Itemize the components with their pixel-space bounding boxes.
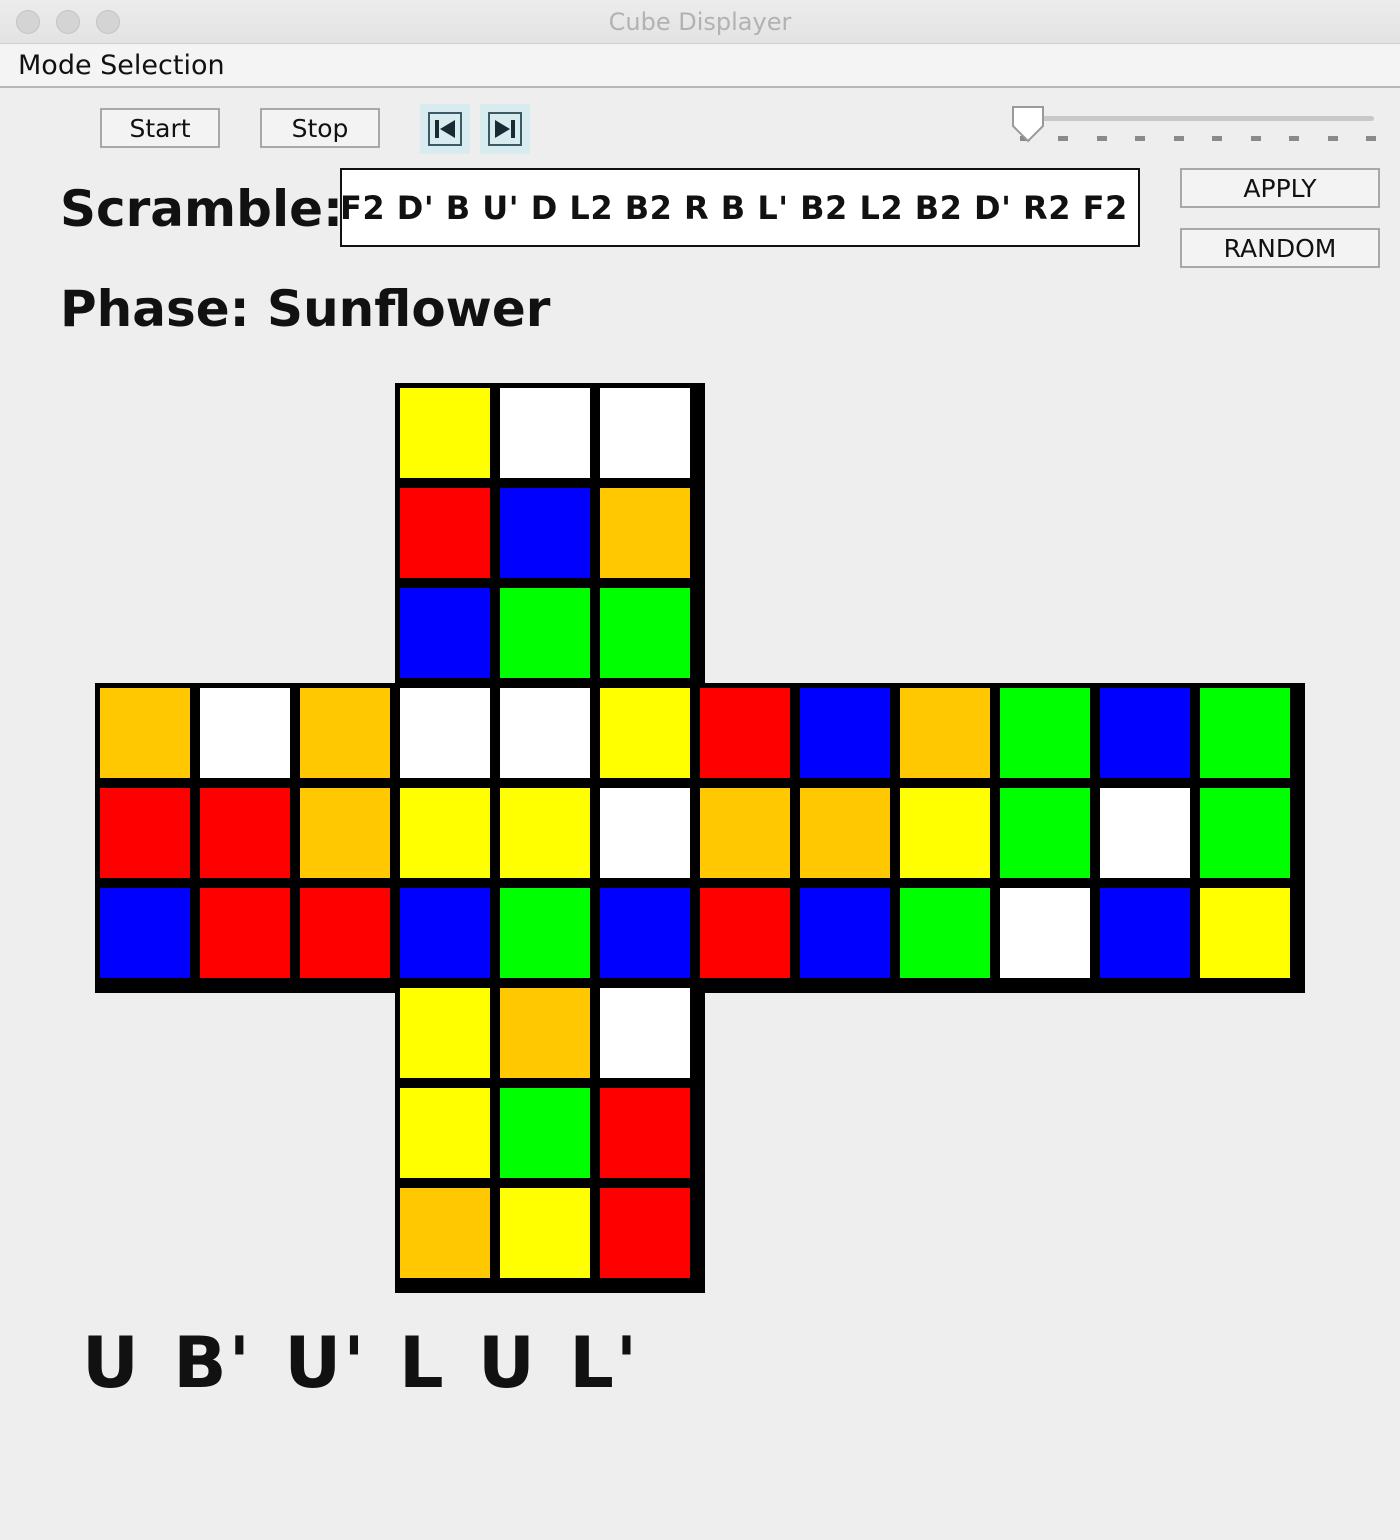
slider-tick — [1366, 136, 1376, 141]
sticker-down-0-0 — [400, 988, 490, 1078]
sticker-right-0-1 — [800, 688, 890, 778]
sticker-down-1-0 — [400, 1088, 490, 1178]
slider-tick — [1096, 136, 1107, 141]
sticker-back-0-2 — [1200, 688, 1290, 778]
scramble-label: Scramble: — [60, 180, 343, 238]
scramble-value: F2 D' B U' D L2 B2 R B L' B2 L2 B2 D' R2… — [340, 189, 1138, 227]
sticker-front-1-0 — [400, 788, 490, 878]
sticker-up-1-2 — [600, 488, 690, 578]
sticker-down-1-2 — [600, 1088, 690, 1178]
sticker-up-2-0 — [400, 588, 490, 678]
sticker-left-0-0 — [100, 688, 190, 778]
sticker-back-1-1 — [1100, 788, 1190, 878]
scramble-input[interactable]: F2 D' B U' D L2 B2 R B L' B2 L2 B2 D' R2… — [340, 168, 1140, 247]
face-left — [95, 683, 405, 993]
step-back-button[interactable] — [420, 104, 470, 154]
stop-button[interactable]: Stop — [260, 108, 380, 148]
sticker-back-0-0 — [1000, 688, 1090, 778]
sticker-back-0-1 — [1100, 688, 1190, 778]
step-forward-button[interactable] — [480, 104, 530, 154]
sticker-back-2-2 — [1200, 888, 1290, 978]
sticker-back-1-2 — [1200, 788, 1290, 878]
title-bar: Cube Displayer — [0, 0, 1400, 44]
face-up — [395, 383, 705, 693]
sticker-up-2-2 — [600, 588, 690, 678]
menu-bar: Mode Selection — [0, 44, 1400, 88]
sticker-right-0-0 — [700, 688, 790, 778]
sticker-up-1-0 — [400, 488, 490, 578]
window-title: Cube Displayer — [608, 8, 792, 36]
phase-label: Phase: Sunflower — [60, 280, 551, 338]
face-front — [395, 683, 705, 993]
skip-forward-icon — [488, 112, 522, 146]
sticker-front-1-1 — [500, 788, 590, 878]
slider-tick — [1289, 136, 1300, 141]
sticker-left-0-1 — [200, 688, 290, 778]
slider-tick — [1212, 136, 1223, 141]
sticker-left-1-2 — [300, 788, 390, 878]
slider-thumb[interactable] — [1010, 104, 1046, 144]
sticker-front-2-1 — [500, 888, 590, 978]
sticker-left-0-2 — [300, 688, 390, 778]
sticker-down-2-1 — [500, 1188, 590, 1278]
sticker-right-1-1 — [800, 788, 890, 878]
sticker-right-1-2 — [900, 788, 990, 878]
slider-tick — [1135, 136, 1146, 141]
face-right — [695, 683, 1005, 993]
sticker-front-0-1 — [500, 688, 590, 778]
sticker-back-2-1 — [1100, 888, 1190, 978]
sticker-left-1-0 — [100, 788, 190, 878]
sticker-up-0-2 — [600, 388, 690, 478]
sticker-front-2-0 — [400, 888, 490, 978]
sticker-front-0-0 — [400, 688, 490, 778]
skip-back-icon — [428, 112, 462, 146]
sticker-down-2-0 — [400, 1188, 490, 1278]
sticker-up-0-1 — [500, 388, 590, 478]
apply-button[interactable]: APPLY — [1180, 168, 1380, 208]
sticker-front-1-2 — [600, 788, 690, 878]
slider-tick — [1250, 136, 1261, 141]
sticker-front-0-2 — [600, 688, 690, 778]
sticker-left-1-1 — [200, 788, 290, 878]
sticker-left-2-0 — [100, 888, 190, 978]
random-button[interactable]: RANDOM — [1180, 228, 1380, 268]
sticker-right-0-2 — [900, 688, 990, 778]
sticker-left-2-2 — [300, 888, 390, 978]
sticker-right-1-0 — [700, 788, 790, 878]
slider-tick — [1173, 136, 1184, 141]
face-down — [395, 983, 705, 1293]
sticker-down-0-1 — [500, 988, 590, 1078]
slider-track — [1028, 116, 1374, 121]
sticker-up-2-1 — [500, 588, 590, 678]
sticker-left-2-1 — [200, 888, 290, 978]
sticker-up-0-0 — [400, 388, 490, 478]
sticker-back-2-0 — [1000, 888, 1090, 978]
sticker-right-2-2 — [900, 888, 990, 978]
sticker-down-2-2 — [600, 1188, 690, 1278]
sticker-down-1-1 — [500, 1088, 590, 1178]
sticker-right-2-0 — [700, 888, 790, 978]
slider-tick — [1327, 136, 1338, 141]
start-button[interactable]: Start — [100, 108, 220, 148]
sticker-front-2-2 — [600, 888, 690, 978]
sticker-right-2-1 — [800, 888, 890, 978]
slider-tick — [1058, 136, 1069, 141]
menu-mode-selection[interactable]: Mode Selection — [18, 50, 225, 81]
solution-moves: U B' U' L U L' — [82, 1322, 640, 1404]
sticker-down-0-2 — [600, 988, 690, 1078]
sticker-back-1-0 — [1000, 788, 1090, 878]
face-back — [995, 683, 1305, 993]
sticker-up-1-1 — [500, 488, 590, 578]
